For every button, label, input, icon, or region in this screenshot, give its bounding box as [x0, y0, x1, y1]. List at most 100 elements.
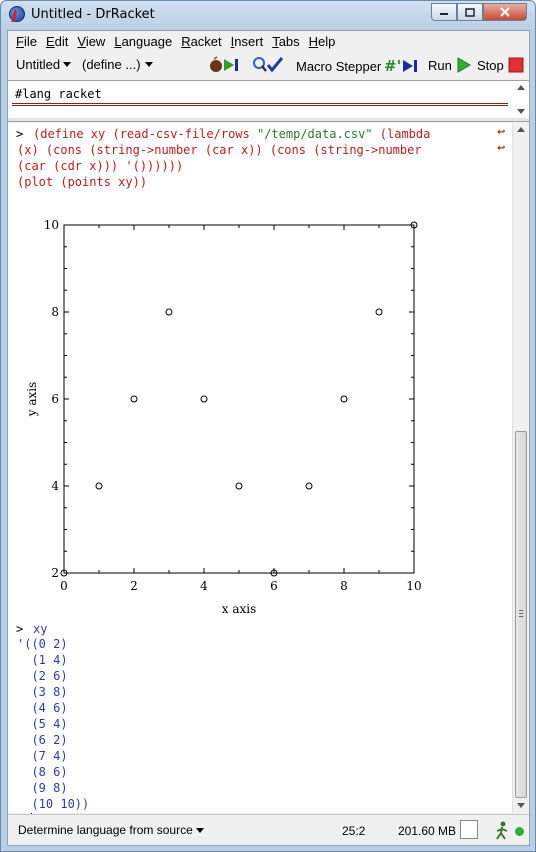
debug-button[interactable]: [208, 56, 242, 74]
x-axis-label: x axis: [222, 602, 257, 616]
stop-label: Stop: [477, 57, 504, 73]
scroll-down-icon[interactable]: [517, 803, 525, 808]
data-point: [235, 482, 243, 490]
svg-text:#': #': [384, 57, 401, 75]
data-point: [305, 482, 313, 490]
output-line: (2 6): [17, 669, 68, 683]
definitions-text: #lang racket: [15, 87, 102, 101]
code-line-1: (define xy (read-csv-file/rows "/temp/da…: [33, 127, 431, 141]
running-man-icon: [496, 821, 508, 840]
menu-file[interactable]: File: [16, 34, 37, 49]
toolbar: Untitled (define ...) Macro Stepper #' R…: [8, 52, 529, 78]
output-line: (8 6): [17, 765, 68, 779]
data-point: [340, 395, 348, 403]
data-point: [375, 308, 383, 316]
y-tick-label: 2: [51, 566, 59, 580]
magnifier-check-icon: [253, 57, 284, 73]
line-wrap-icon: ↩: [497, 127, 506, 138]
definitions-scrollbar[interactable]: [512, 81, 529, 119]
menu-view[interactable]: View: [77, 34, 105, 49]
x-tick-label: 2: [130, 579, 138, 593]
output-line: (9 8): [17, 781, 68, 795]
code-line-4: (plot (points xy)): [17, 175, 148, 189]
drracket-window: Untitled - DrRacket File Edit View Language…: [0, 0, 536, 852]
minimize-icon: [440, 13, 448, 15]
check-syntax-button[interactable]: [251, 55, 285, 75]
title-bar[interactable]: Untitled - DrRacket: [1, 1, 535, 29]
define-dropdown-label: (define ...): [82, 57, 141, 72]
status-bar: Determine language from source 25:2 201.…: [8, 814, 529, 845]
language-dropdown[interactable]: Determine language from source: [18, 823, 204, 837]
code-line-2: (x) (cons (string->number (car x)) (cons…: [17, 143, 422, 157]
repl-prompt: >: [16, 127, 24, 141]
menu-racket[interactable]: Racket: [181, 34, 221, 49]
menu-help[interactable]: Help: [309, 34, 336, 49]
y-tick-label: 8: [51, 305, 59, 319]
definitions-editor[interactable]: #lang racket: [8, 80, 529, 118]
stop-button[interactable]: Stop: [477, 57, 524, 73]
y-axis-label: y axis: [25, 382, 39, 418]
window-title: Untitled - DrRacket: [31, 7, 155, 22]
macro-stepper-label: Macro Stepper: [296, 58, 382, 74]
x-tick-label: 10: [406, 579, 421, 593]
output-line: (7 4): [17, 749, 68, 763]
output-line: (3 8): [17, 685, 68, 699]
menu-insert[interactable]: Insert: [231, 34, 264, 49]
lang-separator-line: [12, 103, 508, 106]
data-point: [130, 395, 138, 403]
memory-usage[interactable]: 201.60 MB: [398, 824, 456, 838]
scroll-up-icon[interactable]: [517, 127, 525, 132]
output-line: (10 10)): [17, 797, 90, 811]
file-dropdown-label: Untitled: [16, 57, 61, 72]
run-button[interactable]: Run: [428, 57, 472, 73]
interactions-scrollbar[interactable]: [512, 123, 529, 813]
macro-stepper-button[interactable]: Macro Stepper #': [296, 57, 421, 75]
output-line: (5 4): [17, 717, 68, 731]
menu-edit[interactable]: Edit: [46, 34, 68, 49]
gc-indicator: [460, 820, 478, 839]
window-client: File Edit View Language Racket Insert Tabs Help…: [7, 30, 530, 846]
menu-tabs[interactable]: Tabs: [272, 34, 299, 49]
menu-language[interactable]: Language: [114, 34, 172, 49]
chevron-down-icon: [144, 62, 153, 67]
close-icon: [500, 7, 510, 17]
data-point: [165, 308, 173, 316]
run-label: Run: [428, 57, 452, 73]
scroll-up-icon[interactable]: [517, 85, 525, 90]
chevron-down-icon: [63, 62, 72, 67]
scroll-down-icon[interactable]: [517, 109, 525, 114]
y-tick-label: 4: [51, 479, 59, 493]
drracket-logo-icon: [9, 6, 25, 22]
output-line: (6 2): [17, 733, 68, 747]
maximize-button[interactable]: [457, 3, 483, 21]
close-button[interactable]: [483, 3, 527, 21]
repl-prompt: >: [16, 622, 24, 636]
scatter-plot: 0 2 4 6 8 10246810x axisy axis: [25, 218, 422, 616]
output-line: '((0 2): [17, 637, 68, 651]
scroll-thumb[interactable]: [515, 431, 527, 798]
stop-square-icon: [508, 57, 524, 73]
repl-command: xy: [33, 622, 48, 636]
y-tick-label: 10: [44, 218, 59, 232]
data-point: [200, 395, 208, 403]
run-play-icon: [457, 57, 471, 73]
file-dropdown[interactable]: Untitled: [16, 57, 72, 72]
define-dropdown[interactable]: (define ...): [82, 57, 153, 72]
x-tick-label: 8: [340, 579, 348, 593]
x-tick-label: 6: [270, 579, 278, 593]
output-line: (1 4): [17, 653, 68, 667]
chevron-down-icon: [195, 827, 204, 833]
minimize-button[interactable]: [431, 3, 457, 21]
x-tick-label: 4: [200, 579, 208, 593]
status-indicator-dot: [515, 827, 524, 836]
output-line: (4 6): [17, 701, 68, 715]
line-wrap-icon: ↩: [497, 143, 506, 154]
interactions-pane[interactable]: > (define xy (read-csv-file/rows "/temp/…: [8, 123, 529, 828]
cursor-position: 25:2: [342, 824, 366, 838]
language-label: Determine language from source: [18, 823, 193, 837]
macro-stepper-icon: #': [384, 57, 418, 75]
debug-icon: [210, 56, 238, 72]
maximize-icon: [465, 7, 475, 17]
pane-splitter[interactable]: [8, 118, 529, 122]
menu-bar: File Edit View Language Racket Insert Tabs Help: [8, 31, 529, 51]
